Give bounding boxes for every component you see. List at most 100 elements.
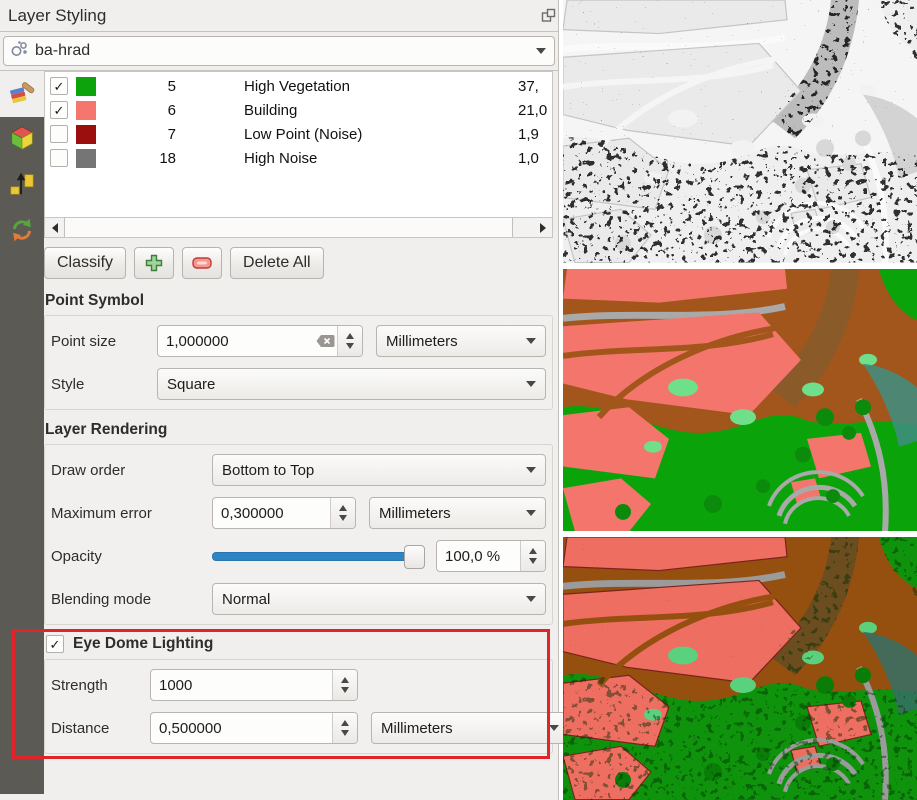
maximum-error-label: Maximum error [51,505,199,522]
clear-value-icon[interactable] [316,334,335,348]
table-row[interactable]: 5 High Vegetation 37, [45,74,552,98]
style-label: Style [51,376,144,393]
slider-track [212,552,423,561]
spinner-arrows[interactable] [520,541,545,571]
rail-spacer [0,255,44,794]
spinner-arrows[interactable] [337,326,362,356]
classify-button[interactable]: Classify [44,247,126,279]
class-count: 1,0 [518,150,552,167]
spinner-arrows[interactable] [332,670,357,700]
layer-selector-row: ba-hrad [0,32,558,71]
point-cloud-layer-icon [10,40,29,62]
maximum-error-spinbox[interactable]: 0,300000 [212,497,356,529]
panel-titlebar: Layer Styling [0,0,558,32]
distance-unit-combo[interactable]: Millimeters [371,712,569,744]
plus-icon [145,254,163,272]
class-label: Building [180,102,514,119]
delete-all-button[interactable]: Delete All [230,247,324,279]
chevron-down-icon [526,596,536,602]
classification-table[interactable]: 5 High Vegetation 37, 6 Building 21,0 7 … [44,71,553,217]
table-row[interactable]: 18 High Noise 1,0 [45,146,552,170]
chevron-down-icon [536,48,546,54]
float-panel-icon[interactable] [540,8,556,24]
layer-styling-panel: Layer Styling ba-hrad [0,0,559,800]
layer-rendering-heading: Layer Rendering [45,421,553,439]
layer-selector-value: ba-hrad [35,42,530,60]
class-color-chip[interactable] [76,77,96,96]
distance-label: Distance [51,720,137,737]
preview-classified-edl-point-cloud [563,537,917,800]
class-color-chip[interactable] [76,149,96,168]
point-symbol-group: Point size 1,000000 Mil [44,315,553,410]
point-size-unit-combo[interactable]: Millimeters [376,325,546,357]
scrollbar-thumb[interactable] [64,218,513,237]
chevron-down-icon [526,467,536,473]
distance-spinbox[interactable]: 0,500000 [150,712,358,744]
blending-mode-label: Blending mode [51,591,199,608]
styling-tabs-rail [0,71,44,800]
chevron-down-icon [549,725,559,731]
class-count: 1,9 [518,126,552,143]
class-label: High Noise [180,150,514,167]
scroll-right-icon[interactable] [533,218,552,237]
class-label: Low Point (Noise) [180,126,514,143]
table-horizontal-scrollbar[interactable] [44,217,553,238]
layer-selector[interactable]: ba-hrad [3,36,555,66]
row-checkbox[interactable] [50,101,68,119]
tab-symbology[interactable] [0,71,44,117]
chevron-down-icon [526,338,536,344]
tab-3d-view[interactable] [0,117,44,163]
table-row[interactable]: 7 Low Point (Noise) 1,9 [45,122,552,146]
history-reload-icon [8,216,36,248]
symbology-brush-icon [7,77,37,111]
edl-checkbox[interactable] [46,635,64,653]
edl-group: Strength 1000 Distance 0,500000 [44,659,553,754]
3d-cube-icon [8,124,36,156]
row-checkbox[interactable] [50,125,68,143]
row-checkbox[interactable] [50,149,68,167]
draw-order-label: Draw order [51,462,199,479]
opacity-label: Opacity [51,548,199,565]
class-label: High Vegetation [180,78,514,95]
scroll-left-icon[interactable] [45,218,64,237]
blending-mode-combo[interactable]: Normal [212,583,546,615]
edl-heading: Eye Dome Lighting [73,635,213,653]
maximum-error-unit-combo[interactable]: Millimeters [369,497,546,529]
style-combo[interactable]: Square [157,368,546,400]
point-size-spinbox[interactable]: 1,000000 [157,325,363,357]
strength-label: Strength [51,677,137,694]
slider-handle[interactable] [404,545,425,569]
spinner-arrows[interactable] [332,713,357,743]
point-size-label: Point size [51,333,144,350]
point-size-value: 1,000000 [158,333,316,350]
elevation-icon [8,170,36,202]
strength-spinbox[interactable]: 1000 [150,669,358,701]
class-value: 7 [100,126,176,143]
layer-rendering-group: Draw order Bottom to Top Maximum error 0… [44,444,553,625]
class-value: 6 [100,102,176,119]
table-row[interactable]: 6 Building 21,0 [45,98,552,122]
add-class-button[interactable] [134,247,174,279]
chevron-down-icon [526,381,536,387]
tab-history[interactable] [0,209,44,255]
remove-class-button[interactable] [182,247,222,279]
class-value: 5 [100,78,176,95]
spinner-arrows[interactable] [330,498,355,528]
class-value: 18 [100,150,176,167]
tab-elevation[interactable] [0,163,44,209]
class-color-chip[interactable] [76,125,96,144]
class-count: 37, [518,78,552,95]
row-checkbox[interactable] [50,77,68,95]
draw-order-combo[interactable]: Bottom to Top [212,454,546,486]
opacity-spinbox[interactable]: 100,0 % [436,540,546,572]
chevron-down-icon [526,510,536,516]
preview-unclassified-point-cloud [563,0,917,263]
class-count: 21,0 [518,102,552,119]
preview-classified-point-cloud [563,269,917,532]
map-previews-column [563,0,917,800]
class-color-chip[interactable] [76,101,96,120]
panel-title: Layer Styling [8,6,106,26]
point-symbol-heading: Point Symbol [45,292,553,310]
eye-dome-lighting-section: Eye Dome Lighting Strength 1000 Distance [44,635,553,754]
opacity-slider[interactable] [212,541,423,571]
